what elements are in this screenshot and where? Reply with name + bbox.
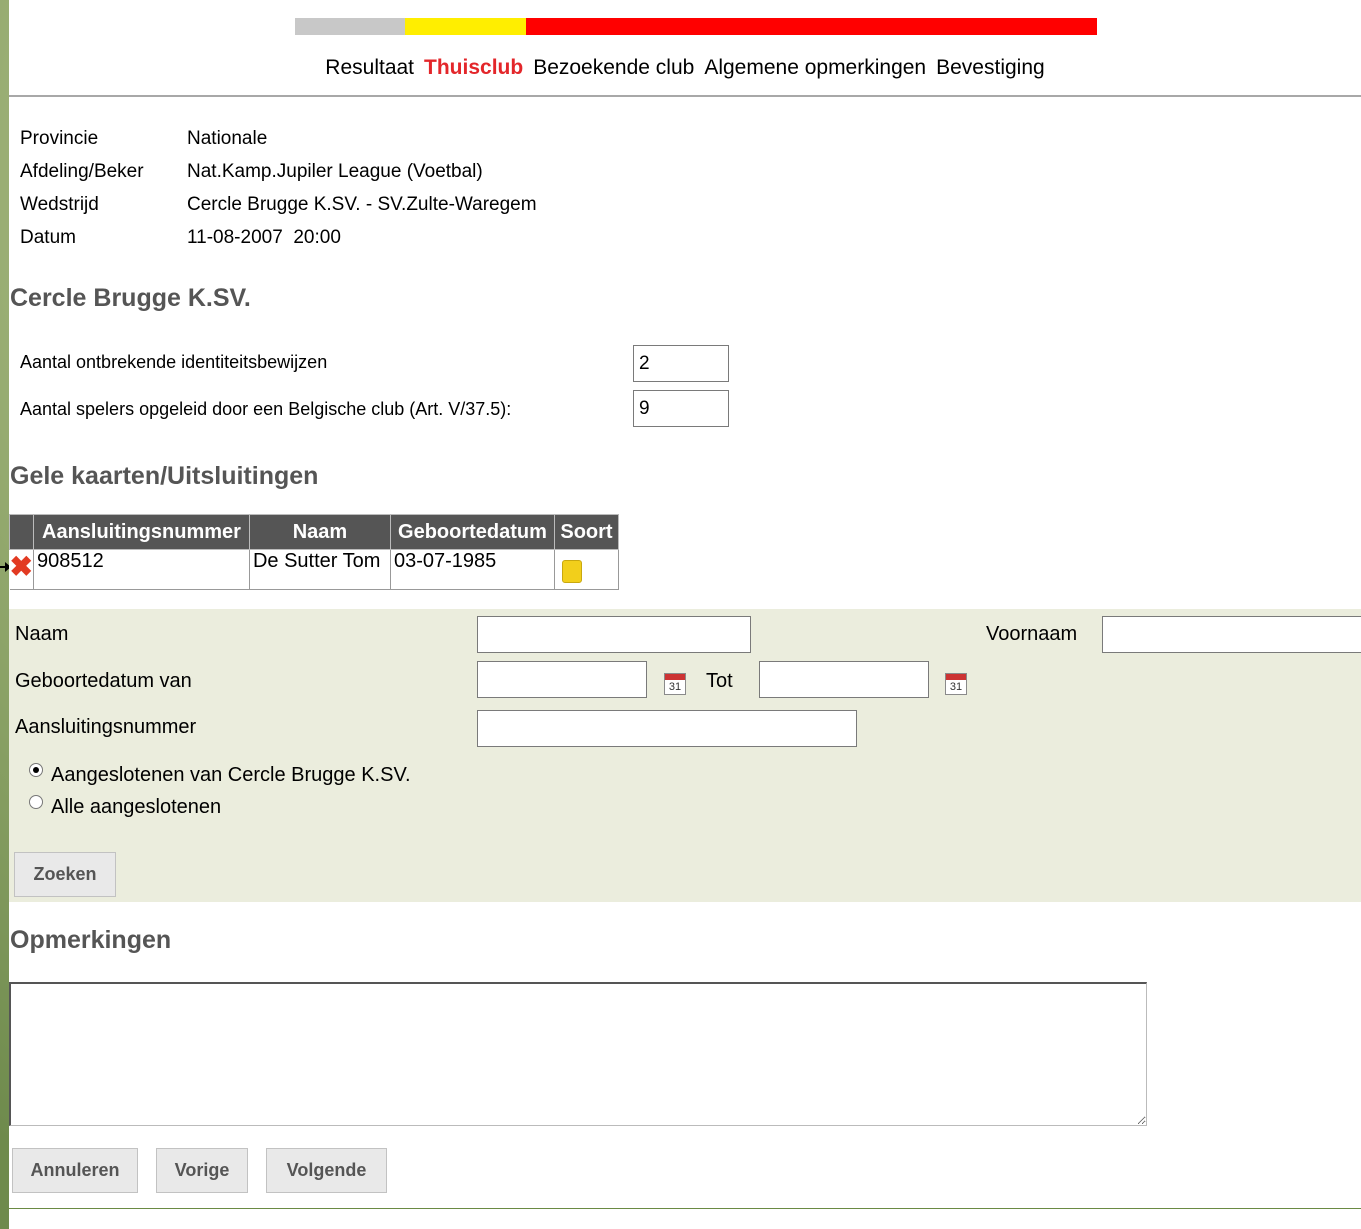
naam-input[interactable] (477, 616, 751, 653)
progress-segment-remaining (526, 18, 1097, 35)
tot-input[interactable] (759, 661, 929, 698)
radio-all-label: Alle aangeslotenen (51, 796, 222, 818)
voornaam-label: Voornaam (986, 623, 1078, 645)
delete-icon[interactable]: ✖ (10, 551, 33, 582)
wizard-steps: Resultaat Thuisclub Bezoekende club Algemen… (9, 56, 1361, 80)
step-bevestiging[interactable]: Bevestiging (936, 56, 1045, 79)
radio-button-checked[interactable] (29, 762, 43, 777)
datum-label: Datum (20, 226, 76, 248)
zoeken-button[interactable]: Zoeken (14, 852, 116, 897)
card-birthdate: 03-07-1985 (389, 549, 555, 590)
progress-segment-current (405, 18, 526, 35)
form-page: Resultaat Thuisclub Bezoekende club Algemen… (9, 0, 1361, 1229)
yellow-card-icon (561, 560, 582, 583)
cards-table: Aansluitingsnummer Naam Geboortedatum So… (9, 514, 619, 590)
naam-label: Naam (15, 623, 69, 645)
calendar-icon[interactable]: 31 (664, 673, 686, 695)
tot-label: Tot (706, 670, 733, 692)
table-header-action (9, 514, 34, 550)
card-kind-cell (553, 549, 619, 590)
match-info: Provincie Nationale Afdeling/Beker Nat.Kam… (20, 122, 537, 254)
radio-club-members[interactable]: Aangeslotenen van Cercle Brugge K.SV. (29, 762, 411, 787)
table-row: ✖ 908512 De Sutter Tom 03-07-1985 (9, 549, 619, 590)
club-title: Cercle Brugge K.SV. (10, 284, 251, 312)
step-bezoekende-club[interactable]: Bezoekende club (533, 56, 694, 79)
card-number: 908512 (32, 549, 250, 590)
table-header-kind: Soort (553, 514, 619, 550)
calendar-icon[interactable]: 31 (945, 673, 967, 695)
voornaam-input[interactable] (1102, 616, 1361, 653)
step-thuisclub[interactable]: Thuisclub (424, 56, 523, 79)
table-header-birthdate: Geboortedatum (389, 514, 555, 550)
radio-button-unchecked[interactable] (29, 794, 43, 809)
cards-title: Gele kaarten/Uitsluitingen (10, 462, 319, 490)
geb-van-label: Geboortedatum van (15, 670, 192, 692)
trained-players-label: Aantal spelers opgeleid door een Belgisc… (20, 399, 512, 419)
aansl-input[interactable] (477, 710, 857, 747)
delete-row-cell: ✖ (9, 549, 34, 590)
step-algemene-opmerkingen[interactable]: Algemene opmerkingen (704, 56, 926, 79)
geb-van-input[interactable] (477, 661, 647, 698)
datum-value: 11-08-2007 20:00 (187, 226, 341, 248)
search-panel: Naam Voornaam Geboortedatum van 31 Tot 3… (9, 609, 1361, 902)
missing-id-label: Aantal ontbrekende identiteitsbewijzen (20, 352, 328, 372)
divider (9, 95, 1361, 97)
step-resultaat[interactable]: Resultaat (325, 56, 414, 79)
afdeling-value: Nat.Kamp.Jupiler League (Voetbal) (187, 160, 483, 182)
previous-button[interactable]: Vorige (156, 1148, 248, 1193)
radio-club-label: Aangeslotenen van Cercle Brugge K.SV. (51, 764, 411, 786)
opmerkingen-textarea[interactable] (9, 982, 1147, 1126)
progress-bar (295, 18, 1097, 35)
opmerkingen-title: Opmerkingen (10, 926, 172, 954)
next-button[interactable]: Volgende (266, 1148, 387, 1193)
calendar-day: 31 (668, 681, 682, 693)
wedstrijd-value: Cercle Brugge K.SV. - SV.Zulte-Waregem (187, 193, 537, 215)
cancel-button[interactable]: Annuleren (12, 1148, 138, 1193)
wedstrijd-label: Wedstrijd (20, 193, 99, 215)
provincie-value: Nationale (187, 127, 268, 149)
missing-id-input[interactable] (633, 345, 729, 382)
table-header-name: Naam (248, 514, 391, 550)
calendar-day: 31 (949, 681, 963, 693)
radio-all-members[interactable]: Alle aangeslotenen (29, 794, 222, 819)
card-name: De Sutter Tom (248, 549, 391, 590)
table-header-number: Aansluitingsnummer (32, 514, 250, 550)
aansl-label: Aansluitingsnummer (15, 716, 197, 738)
divider (9, 1208, 1361, 1209)
progress-segment-done (295, 18, 405, 35)
trained-players-input[interactable] (633, 390, 729, 427)
afdeling-label: Afdeling/Beker (20, 160, 144, 182)
table-header-row: Aansluitingsnummer Naam Geboortedatum So… (9, 514, 619, 550)
provincie-label: Provincie (20, 127, 99, 149)
